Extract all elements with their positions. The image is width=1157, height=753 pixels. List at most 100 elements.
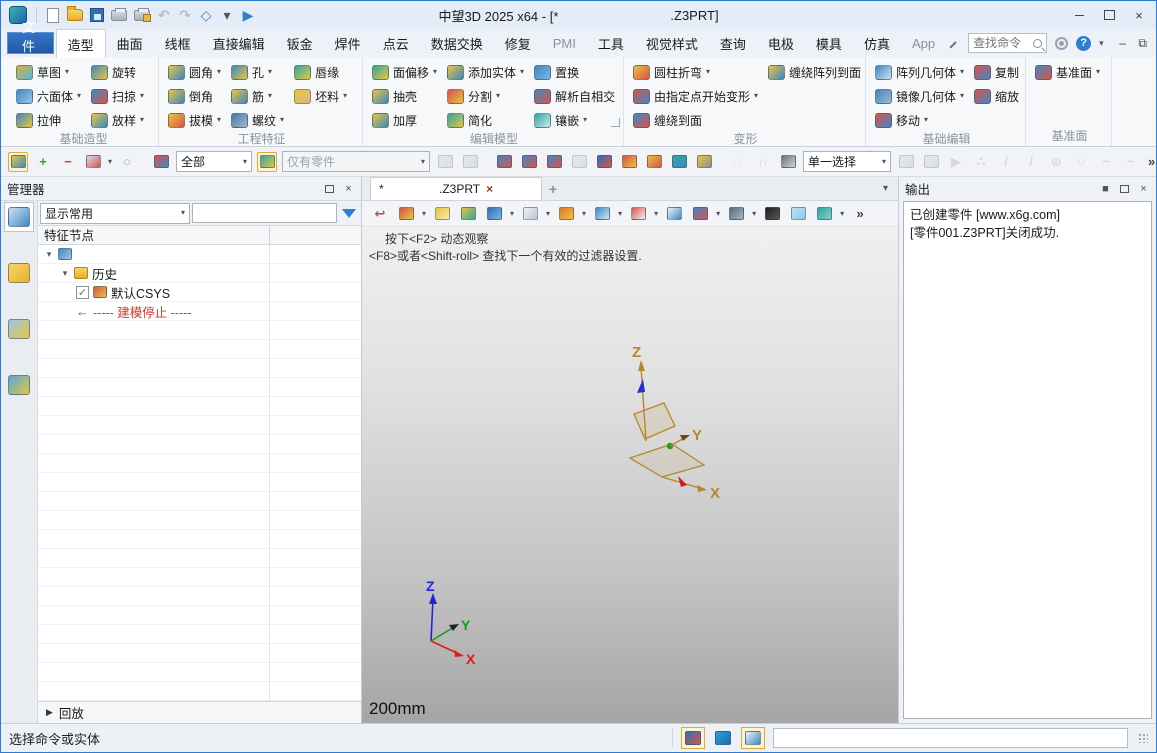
tree-row[interactable]: ←----- 建模停止 -----: [38, 302, 361, 321]
hook-curve-icon[interactable]: ∩: [753, 152, 773, 172]
file-menu-button[interactable]: 文件(F): [7, 32, 54, 54]
tab-直接编辑[interactable]: 直接编辑: [202, 29, 276, 57]
ribbon-item-简化[interactable]: 简化: [444, 108, 527, 132]
open-file-icon[interactable]: [67, 6, 83, 24]
ribbon-item-加厚[interactable]: 加厚: [369, 108, 440, 132]
output-restore-icon[interactable]: [1118, 182, 1131, 195]
ribbon-item-置换[interactable]: 置换: [531, 60, 618, 84]
tree-expander-icon[interactable]: ▾: [60, 268, 70, 279]
solid-manager-icon[interactable]: [4, 258, 34, 288]
tab-焊件[interactable]: 焊件: [324, 29, 372, 57]
ribbon-item-面偏移[interactable]: 面偏移▾: [369, 60, 440, 84]
ribbon-item-放样[interactable]: 放样▾: [88, 108, 147, 132]
tab-线框[interactable]: 线框: [154, 29, 202, 57]
curve-1-icon[interactable]: ~: [1096, 152, 1116, 172]
sketch-face-icon[interactable]: [458, 204, 478, 224]
redo-icon[interactable]: ↷: [178, 6, 192, 24]
tab-PMI[interactable]: PMI: [542, 29, 587, 57]
ribbon-item-倒角[interactable]: 倒角: [165, 84, 224, 108]
line-1-icon[interactable]: /: [996, 152, 1016, 172]
document-tab[interactable]: * .Z3PRT ×: [370, 177, 542, 200]
ribbon-item-唇缘[interactable]: 唇缘: [291, 60, 350, 84]
tab-工具[interactable]: 工具: [587, 29, 635, 57]
tab-造型[interactable]: 造型: [56, 29, 106, 58]
pick-list-3-icon[interactable]: [544, 152, 564, 172]
doc-minimize-icon[interactable]: –: [1114, 34, 1132, 52]
ribbon-item-基准面[interactable]: 基准面▾: [1032, 60, 1103, 84]
tab-close-icon[interactable]: ×: [486, 182, 493, 196]
gear-gray-icon[interactable]: [921, 152, 941, 172]
ribbon-item-孔[interactable]: 孔▾: [228, 60, 287, 84]
ribbon-item-复制[interactable]: 复制: [971, 60, 1022, 84]
lasso-icon[interactable]: ○: [117, 152, 137, 172]
dimension-icon[interactable]: [690, 204, 710, 224]
filter-funnel-icon[interactable]: [339, 203, 359, 223]
exit-back-icon[interactable]: ↩: [370, 204, 390, 224]
tab-钣金[interactable]: 钣金: [276, 29, 324, 57]
tab-电极[interactable]: 电极: [757, 29, 805, 57]
tab-曲面[interactable]: 曲面: [106, 29, 154, 57]
tab-仿真[interactable]: 仿真: [853, 29, 901, 57]
checkbox-checked-icon[interactable]: ✓: [76, 286, 89, 299]
eraser-icon[interactable]: [432, 204, 452, 224]
cursor-pick-icon[interactable]: [594, 152, 614, 172]
undo-icon[interactable]: ↶: [157, 6, 171, 24]
color-swatch-icon[interactable]: [788, 204, 808, 224]
manager-close-icon[interactable]: ×: [342, 182, 355, 195]
ribbon-item-缠绕到面[interactable]: 缠绕到面: [630, 108, 761, 132]
selection-list-icon[interactable]: [619, 152, 639, 172]
tab-查询[interactable]: 查询: [709, 29, 757, 57]
chain-a-icon[interactable]: [435, 152, 455, 172]
viewport-icon[interactable]: [664, 204, 684, 224]
restore-button[interactable]: [1096, 5, 1122, 25]
save-icon[interactable]: [90, 6, 104, 24]
quickaccess-dropdown-icon[interactable]: ▾: [220, 6, 234, 24]
settings-gear-icon[interactable]: [1055, 37, 1068, 50]
pick-region-icon[interactable]: [83, 152, 103, 172]
doc-close-icon[interactable]: ×: [1154, 34, 1157, 52]
point-target-icon[interactable]: [628, 204, 648, 224]
new-file-icon[interactable]: [46, 6, 60, 24]
ribbon-item-圆角[interactable]: 圆角▾: [165, 60, 224, 84]
help-dropdown-icon[interactable]: ▾: [1099, 38, 1104, 49]
output-dock-icon[interactable]: ■: [1099, 182, 1112, 195]
section-view-icon[interactable]: [556, 204, 576, 224]
help-icon[interactable]: ?: [1076, 36, 1091, 51]
pick-list-4-icon[interactable]: [569, 152, 589, 172]
dialog-launcher-icon[interactable]: [611, 118, 620, 127]
add-pick-icon[interactable]: +: [33, 152, 53, 172]
line-2-icon[interactable]: /: [1021, 152, 1041, 172]
display-mode-icon[interactable]: [726, 204, 746, 224]
command-search-input[interactable]: [973, 36, 1033, 50]
scope-filter-combo[interactable]: 仅有零件▾: [282, 151, 430, 172]
tree-search-input[interactable]: [192, 203, 337, 223]
minimize-button[interactable]: [1066, 5, 1092, 25]
tree-row[interactable]: ▾: [38, 245, 361, 264]
tab-修复[interactable]: 修复: [494, 29, 542, 57]
ribbon-item-扫掠[interactable]: 扫掠▾: [88, 84, 147, 108]
filter-bars-icon[interactable]: [151, 152, 171, 172]
close-button[interactable]: ×: [1126, 5, 1152, 25]
toolbox-icon[interactable]: [681, 727, 705, 749]
ribbon-item-圆柱折弯[interactable]: 圆柱折弯▾: [630, 60, 761, 84]
background-icon[interactable]: [762, 204, 782, 224]
regen-history-icon[interactable]: [257, 152, 277, 172]
clipboard-folder-icon[interactable]: [644, 152, 664, 172]
selection-mode-combo[interactable]: 单一选择▾: [803, 151, 891, 172]
ribbon-item-螺纹[interactable]: 螺纹▾: [228, 108, 287, 132]
view-overflow-icon[interactable]: »: [850, 204, 870, 224]
ribbon-item-拔模[interactable]: 拔模▾: [165, 108, 224, 132]
ribbon-item-拉伸[interactable]: 拉伸: [13, 108, 84, 132]
tree-expander-icon[interactable]: ▾: [44, 249, 54, 260]
ribbon-item-旋转[interactable]: 旋转: [88, 60, 147, 84]
notes-icon[interactable]: [741, 727, 765, 749]
tree-row[interactable]: ▾历史: [38, 264, 361, 283]
print-icon[interactable]: [111, 6, 127, 24]
play-gray-icon[interactable]: ▶: [946, 152, 966, 172]
ribbon-item-抽壳[interactable]: 抽壳: [369, 84, 440, 108]
tree-filter-combo[interactable]: 显示常用 ▾: [40, 203, 190, 224]
points-gray-icon[interactable]: ∴: [971, 152, 991, 172]
print-add-icon[interactable]: [134, 6, 150, 24]
ribbon-item-解析自相交[interactable]: 解析自相交: [531, 84, 618, 108]
viewport[interactable]: 按下<F2> 动态观察 <F8>或者<Shift-roll> 查找下一个有效的过…: [362, 227, 898, 723]
